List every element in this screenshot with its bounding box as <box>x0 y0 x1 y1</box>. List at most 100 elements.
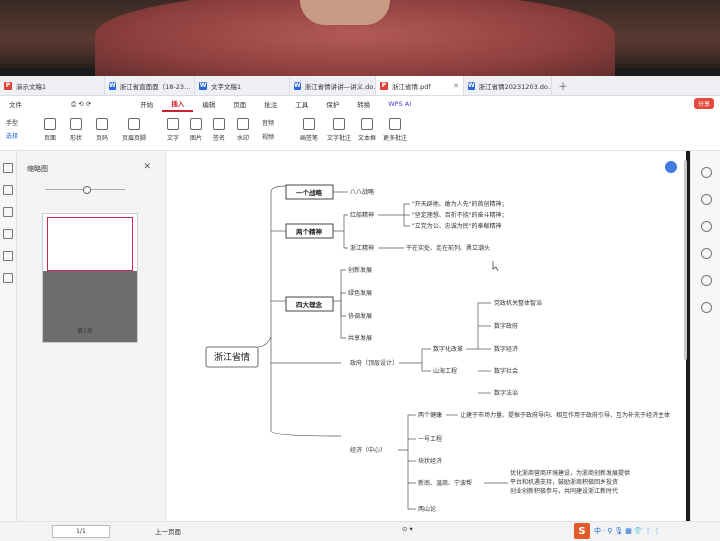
page-indicator[interactable]: 1/1 <box>52 525 110 538</box>
page-tool[interactable]: 页面 <box>44 118 56 142</box>
node-mountain-sea: 山海工程 <box>433 367 457 375</box>
econ-item: 两个健康 <box>418 411 442 419</box>
ime-toolbar-icons[interactable]: 中·⚲🎙▦👕⋮⋮ <box>594 526 663 536</box>
audio-video-tools[interactable]: 音频 视频 <box>262 118 274 141</box>
merchants-text: 优化浙商营商环境建设，为浙商创新发展提供 <box>510 469 630 477</box>
tab-2[interactable]: W 文字文稿1 <box>195 76 290 95</box>
digital-item: 数字经济 <box>494 345 518 353</box>
close-icon[interactable]: ✕ <box>143 162 151 172</box>
page-number-tool[interactable]: 页码 <box>96 118 108 142</box>
tab-3[interactable]: W 浙江省情讲讲—讲义.do… <box>290 76 376 95</box>
pdf-page: 浙江省情 一个战略 两个精神 四大理念 八八战略 红船精神 浙江精神 "开天辟地… <box>166 151 686 521</box>
zoom-slider[interactable] <box>45 186 125 194</box>
tab-label: 演示文稿1 <box>16 82 47 91</box>
page-number-icon <box>96 118 108 130</box>
stamp-tool-label: 水印 <box>237 135 250 142</box>
word-icon: W <box>294 81 301 90</box>
node-zhejiang-spirit: 浙江精神 <box>350 244 374 252</box>
prev-view-button[interactable]: 上一页面 <box>155 526 181 536</box>
print-icon[interactable] <box>700 302 712 313</box>
hand-tool[interactable]: 手型 选择 <box>6 118 18 140</box>
econ-item: 两山论 <box>418 505 436 513</box>
signature-icon[interactable] <box>3 251 13 261</box>
select-tool[interactable]: 选择 <box>6 131 18 140</box>
layers-icon[interactable] <box>3 273 13 283</box>
idea-item: 共享发展 <box>348 334 372 342</box>
menu-convert[interactable]: 转换 <box>348 99 379 109</box>
text-box-tool[interactable]: 文本框 <box>358 118 376 142</box>
sign-tool[interactable]: 签名 <box>213 118 225 142</box>
menu-edit[interactable]: 编辑 <box>193 99 224 109</box>
page-tool-label: 页面 <box>44 135 57 142</box>
ime-logo-icon[interactable]: S <box>574 523 590 539</box>
tab-label: 文字文稿1 <box>211 82 242 91</box>
menu-page[interactable]: 页面 <box>224 99 255 109</box>
thumbnail-panel-title: 缩略图 <box>27 165 48 173</box>
share-button[interactable]: 分享 <box>693 98 714 109</box>
menu-tools[interactable]: 工具 <box>286 99 317 109</box>
image-icon <box>190 118 202 130</box>
shape-icon <box>70 118 82 130</box>
tab-5[interactable]: W 浙江省情20231203.do… <box>464 76 552 95</box>
draw-tool[interactable]: 画签笔 <box>300 118 318 142</box>
audio-tool[interactable]: 音频 <box>262 118 274 127</box>
stamp-tool[interactable]: 水印 <box>237 118 249 142</box>
tab-1[interactable]: W 浙江省直面面（18-23… <box>105 76 195 95</box>
video-tool[interactable]: 视频 <box>262 132 274 141</box>
two-health-text: 让建于市场力量、提振于政府导向、相互作用于政府引导、互为补充于经济主体 <box>460 411 670 419</box>
text-tool-label: 文字 <box>167 135 180 142</box>
zoom-out-icon[interactable] <box>700 194 712 205</box>
close-icon[interactable]: ✕ <box>449 82 459 90</box>
shape-tool[interactable]: 形状 <box>70 118 82 142</box>
page-thumbnail[interactable]: 第1页 <box>42 213 138 343</box>
quick-access-icons[interactable]: ⎙ ⟲ ⟳ <box>31 100 131 109</box>
menu-bar: 文件 ⎙ ⟲ ⟳ 开始 插入 编辑 页面 批注 工具 保护 转换 WPS AI … <box>0 96 720 112</box>
attachment-icon[interactable] <box>3 229 13 239</box>
thumbnail-panel: 缩略图 ✕ 第1页 <box>17 151 166 521</box>
zoom-in-icon[interactable] <box>700 167 712 178</box>
image-tool[interactable]: 图片 <box>190 118 202 142</box>
word-icon: W <box>468 81 475 90</box>
more-notes-icon <box>389 118 401 130</box>
thumbnail-page-label: 第1页 <box>77 328 93 335</box>
digital-item: 数字法治 <box>494 389 518 397</box>
node-government: 政府（顶层设计） <box>350 359 398 367</box>
fit-icon[interactable] <box>700 248 712 259</box>
econ-item: 一号工程 <box>418 435 442 443</box>
header-footer-tool[interactable]: 页眉页脚 <box>122 118 146 142</box>
new-tab-icon[interactable]: ＋ <box>552 78 574 93</box>
thumbnail-icon[interactable] <box>3 185 13 195</box>
menu-comment[interactable]: 批注 <box>255 99 286 109</box>
scrollbar[interactable] <box>684 160 687 360</box>
node-red-boat: 红船精神 <box>350 211 374 219</box>
tab-label: 浙江省情20231203.do… <box>478 82 552 91</box>
tab-label: 浙江省直面面（18-23… <box>119 82 191 91</box>
root-node-label: 浙江省情 <box>214 351 250 363</box>
menu-start[interactable]: 开始 <box>131 99 162 109</box>
tab-4-active[interactable]: P 浙江省情.pdf ✕ <box>376 76 464 95</box>
draw-icon <box>303 118 315 130</box>
menu-protect[interactable]: 保护 <box>317 99 348 109</box>
digital-item: 数字政府 <box>494 322 518 330</box>
pdf-icon: P <box>4 81 12 90</box>
rotate-icon[interactable] <box>700 221 712 232</box>
text-note-tool[interactable]: 文字批注 <box>327 118 351 142</box>
image-tool-label: 图片 <box>190 135 203 142</box>
bookmark-icon[interactable] <box>3 163 13 173</box>
tab-label: 浙江省情讲讲—讲义.do… <box>304 82 376 91</box>
tab-0[interactable]: P 演示文稿1 <box>0 76 105 95</box>
menu-wps-ai[interactable]: WPS AI <box>379 100 420 108</box>
view-mode-control[interactable]: ⊙ ▾ <box>402 525 413 533</box>
menu-file[interactable]: 文件 <box>0 99 31 109</box>
node-ideas-label: 四大理念 <box>296 300 323 309</box>
node-strategy-label: 一个战略 <box>296 188 323 197</box>
more-notes-tool[interactable]: 更多批注 <box>383 118 407 142</box>
right-rail <box>690 151 720 521</box>
slider-knob[interactable] <box>83 186 91 194</box>
menu-insert[interactable]: 插入 <box>162 96 194 112</box>
page-view-icon[interactable] <box>700 275 712 286</box>
hand-label: 手型 <box>6 120 19 127</box>
comment-icon[interactable] <box>3 207 13 217</box>
ai-assistant-icon[interactable] <box>665 161 677 173</box>
text-tool[interactable]: 文字 <box>167 118 179 142</box>
